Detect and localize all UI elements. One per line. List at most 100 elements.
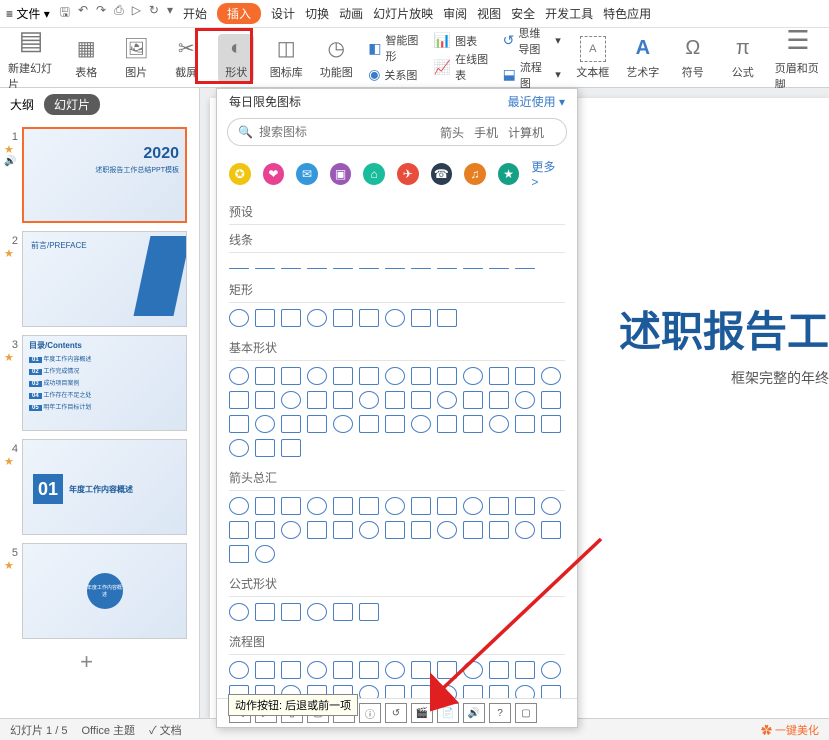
shape-item[interactable] (281, 603, 301, 621)
action-btn-8[interactable]: 🎬 (411, 703, 433, 723)
shape-item[interactable] (411, 415, 431, 433)
shape-item[interactable] (489, 685, 509, 698)
tab-devtools[interactable]: 开发工具 (545, 5, 593, 22)
shape-item[interactable] (489, 661, 509, 679)
slide-thumb-5[interactable]: 年度工作内容概述 (22, 543, 187, 639)
shape-item[interactable] (229, 415, 249, 433)
shape-item[interactable] (515, 391, 535, 409)
color-icon-4[interactable]: ▣ (330, 163, 352, 185)
filter-phone[interactable]: 手机 (474, 124, 498, 141)
shape-item[interactable] (333, 521, 353, 539)
header-footer-button[interactable]: ☰页眉和页脚 (775, 24, 821, 92)
shape-item[interactable] (255, 309, 275, 327)
color-icon-6[interactable]: ✈ (397, 163, 419, 185)
tab-security[interactable]: 安全 (511, 5, 535, 22)
shape-item[interactable] (411, 391, 431, 409)
shape-item[interactable] (255, 545, 275, 563)
shape-item[interactable] (333, 415, 353, 433)
shape-item[interactable] (541, 685, 561, 698)
table-button[interactable]: ▦表格 (68, 36, 104, 80)
shape-item[interactable] (411, 367, 431, 385)
shape-item[interactable] (359, 415, 379, 433)
shape-item[interactable] (229, 545, 249, 563)
shape-item[interactable] (307, 521, 327, 539)
mindmap-button[interactable]: ↺思维导图 ▾ (503, 25, 561, 57)
color-icon-7[interactable]: ☎ (431, 163, 453, 185)
shape-item[interactable] (359, 367, 379, 385)
tab-insert[interactable]: 插入 (217, 3, 261, 24)
tab-design[interactable]: 设计 (271, 5, 295, 22)
shape-item[interactable] (411, 309, 431, 327)
shape-item[interactable] (359, 309, 379, 327)
shape-item[interactable] (489, 367, 509, 385)
shape-item[interactable] (463, 497, 483, 515)
shape-item[interactable] (229, 497, 249, 515)
function-chart-button[interactable]: ◷功能图 (318, 36, 354, 80)
shape-item[interactable] (229, 309, 249, 327)
shape-item[interactable] (359, 661, 379, 679)
shape-item[interactable] (541, 415, 561, 433)
color-icon-9[interactable]: ★ (498, 163, 520, 185)
action-btn-12[interactable]: ▢ (515, 703, 537, 723)
filter-arrow[interactable]: 箭头 (440, 124, 464, 141)
shape-item[interactable] (437, 521, 457, 539)
shape-item[interactable] (385, 309, 405, 327)
shape-item[interactable] (541, 367, 561, 385)
filter-computer[interactable]: 计算机 (508, 124, 544, 141)
shape-item[interactable] (359, 603, 379, 621)
shape-item[interactable] (437, 415, 457, 433)
shape-item[interactable] (281, 268, 301, 269)
chart-button[interactable]: 📊图表 (434, 32, 489, 49)
shape-item[interactable] (333, 603, 353, 621)
shape-item[interactable] (515, 685, 535, 698)
print-icon[interactable]: ⎙ (114, 3, 124, 24)
shape-item[interactable] (437, 661, 457, 679)
tab-slideshow[interactable]: 幻灯片放映 (373, 5, 433, 22)
shape-item[interactable] (515, 415, 535, 433)
shape-item[interactable] (385, 661, 405, 679)
shape-item[interactable] (489, 497, 509, 515)
shape-item[interactable] (463, 367, 483, 385)
beautify-button[interactable]: ✿ 一键美化 (761, 722, 819, 738)
shape-item[interactable] (437, 268, 457, 269)
shape-item[interactable] (463, 391, 483, 409)
relation-button[interactable]: ◉关系图 (368, 66, 419, 83)
shape-item[interactable] (359, 521, 379, 539)
tab-start[interactable]: 开始 (183, 5, 207, 22)
shape-item[interactable] (541, 661, 561, 679)
tab-transition[interactable]: 切换 (305, 5, 329, 22)
shape-item[interactable] (255, 268, 275, 269)
doc-check[interactable]: ✓ 文档 (149, 722, 182, 738)
online-chart-button[interactable]: 📈在线图表 (434, 51, 489, 83)
tab-review[interactable]: 审阅 (443, 5, 467, 22)
color-icon-1[interactable]: ✪ (229, 163, 251, 185)
shape-item[interactable] (385, 268, 405, 269)
icon-search[interactable]: 🔍 箭头 手机 计算机 (227, 118, 567, 146)
shape-item[interactable] (307, 268, 327, 269)
shape-item[interactable] (463, 521, 483, 539)
shape-item[interactable] (489, 268, 509, 269)
shape-item[interactable] (229, 521, 249, 539)
tab-view[interactable]: 视图 (477, 5, 501, 22)
shape-item[interactable] (359, 391, 379, 409)
shape-item[interactable] (281, 521, 301, 539)
shape-item[interactable] (385, 415, 405, 433)
preview-icon[interactable]: ▷ (132, 3, 141, 24)
tab-animation[interactable]: 动画 (339, 5, 363, 22)
action-btn-10[interactable]: 🔊 (463, 703, 485, 723)
shape-item[interactable] (515, 497, 535, 515)
shape-item[interactable] (307, 497, 327, 515)
shape-item[interactable] (463, 661, 483, 679)
action-btn-9[interactable]: 📄 (437, 703, 459, 723)
action-btn-11[interactable]: ? (489, 703, 511, 723)
shape-item[interactable] (411, 497, 431, 515)
shape-item[interactable] (541, 391, 561, 409)
slide-thumb-2[interactable]: 前言/PREFACE (22, 231, 187, 327)
shape-item[interactable] (333, 661, 353, 679)
shape-item[interactable] (463, 685, 483, 698)
shape-item[interactable] (281, 661, 301, 679)
recent-link[interactable]: 最近使用 ▾ (508, 93, 565, 110)
shape-item[interactable] (385, 685, 405, 698)
flowchart-button[interactable]: ⬓流程图 ▾ (503, 59, 561, 91)
shape-item[interactable] (281, 497, 301, 515)
